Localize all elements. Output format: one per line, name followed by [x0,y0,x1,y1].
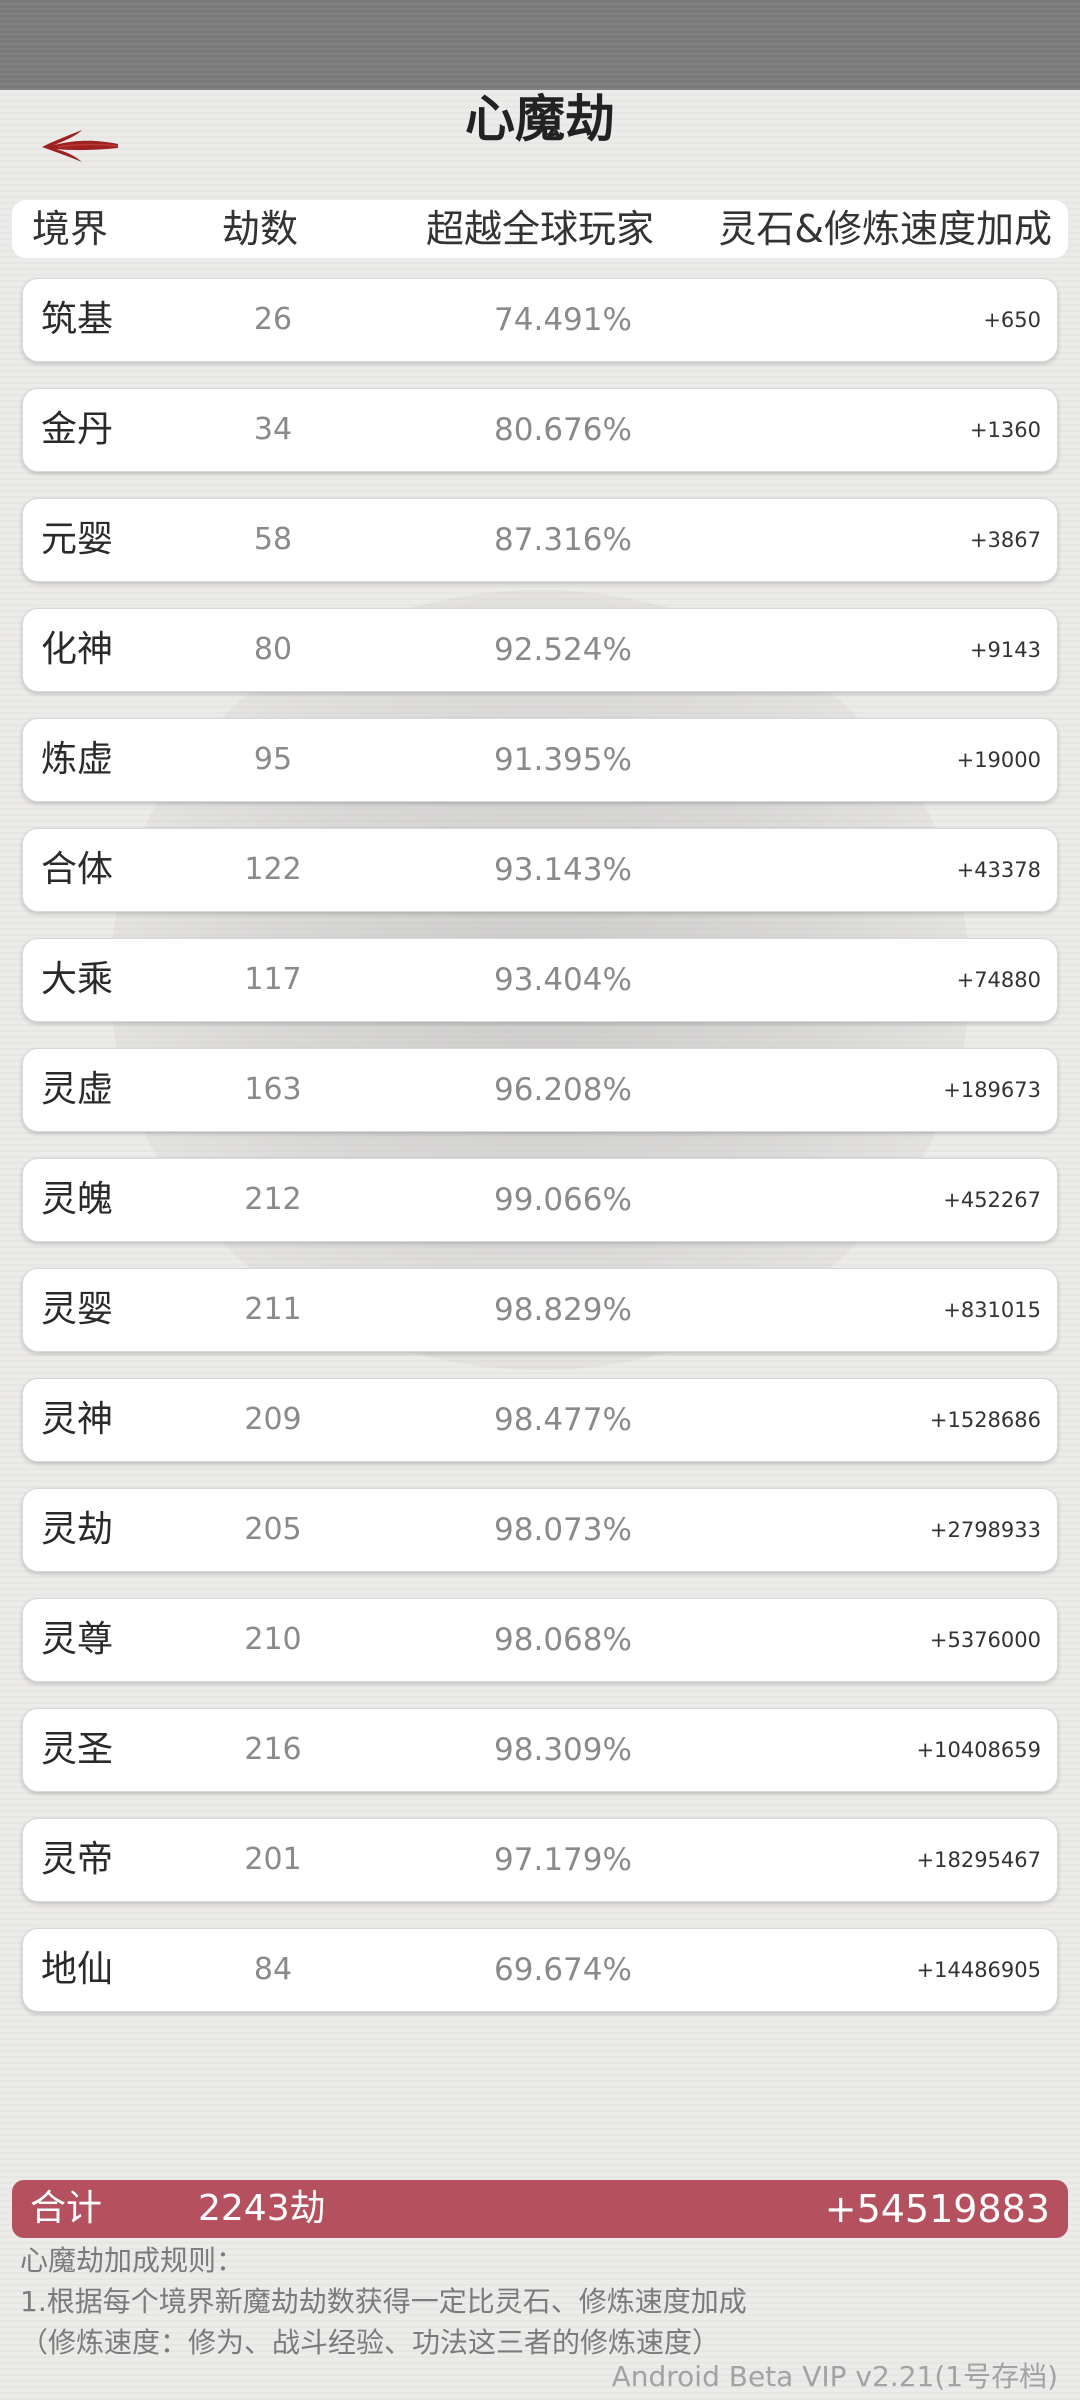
tribulation-count: 122 [244,852,302,887]
table-header: 境界 劫数 超越全球玩家 灵石&修炼速度加成 [12,200,1068,258]
bonus-value: +1528686 [929,1408,1041,1432]
table-row[interactable]: 筑基 26 74.491% +650 [22,278,1058,362]
realm-name: 地仙 [41,1949,114,1990]
realm-name: 元婴 [41,519,114,560]
realm-name: 灵魄 [41,1179,114,1220]
bonus-value: +74880 [956,968,1041,992]
beyond-percent: 98.068% [494,1622,632,1658]
beyond-percent: 91.395% [494,742,632,778]
version-label: Android Beta VIP v2.21(1号存档) [611,2360,1058,2393]
total-bonus: +54519883 [824,2187,1050,2231]
bonus-value: +10408659 [916,1738,1041,1762]
table-row[interactable]: 灵圣 216 98.309% +10408659 [22,1708,1058,1792]
table-row[interactable]: 金丹 34 80.676% +1360 [22,388,1058,472]
column-header-count: 劫数 [222,207,299,251]
table-row[interactable]: 灵婴 211 98.829% +831015 [22,1268,1058,1352]
bonus-value: +3867 [969,528,1041,552]
total-bar: 合计 2243劫 +54519883 [12,2180,1068,2238]
realm-name: 合体 [41,849,114,890]
bonus-value: +14486905 [916,1958,1041,1982]
status-bar [0,0,1080,90]
beyond-percent: 93.404% [494,962,632,998]
beyond-percent: 92.524% [494,632,632,668]
realm-name: 筑基 [41,299,114,340]
table-row[interactable]: 合体 122 93.143% +43378 [22,828,1058,912]
bonus-value: +452267 [943,1188,1041,1212]
beyond-percent: 98.477% [494,1402,632,1438]
realm-name: 灵圣 [41,1729,114,1770]
table-row[interactable]: 灵神 209 98.477% +1528686 [22,1378,1058,1462]
rules-line-1: 1.根据每个境界新魔劫劫数获得一定比灵石、修炼速度加成 [20,2285,747,2318]
realm-name: 灵帝 [41,1839,114,1880]
bonus-value: +2798933 [929,1518,1041,1542]
realm-name: 金丹 [41,409,114,450]
realm-name: 灵神 [41,1399,114,1440]
bonus-value: +831015 [943,1298,1041,1322]
table-row[interactable]: 元婴 58 87.316% +3867 [22,498,1058,582]
table-row[interactable]: 地仙 84 69.674% +14486905 [22,1928,1058,2012]
tribulation-count: 212 [244,1182,302,1217]
beyond-percent: 98.829% [494,1292,632,1328]
table-row[interactable]: 灵尊 210 98.068% +5376000 [22,1598,1058,1682]
realm-name: 炼虚 [41,739,114,780]
bonus-value: +18295467 [916,1848,1041,1872]
tribulation-count: 80 [253,632,293,667]
realm-name: 灵虚 [41,1069,114,1110]
table-row[interactable]: 大乘 117 93.404% +74880 [22,938,1058,1022]
table-row[interactable]: 灵魄 212 99.066% +452267 [22,1158,1058,1242]
bonus-value: +1360 [969,418,1041,442]
tribulation-count: 84 [253,1952,293,1987]
table-row[interactable]: 灵劫 205 98.073% +2798933 [22,1488,1058,1572]
tribulation-count: 216 [244,1732,302,1767]
realm-name: 灵尊 [41,1619,114,1660]
total-count: 2243劫 [198,2188,326,2229]
tribulation-count: 201 [244,1842,302,1877]
column-header-beyond: 超越全球玩家 [426,207,655,251]
beyond-percent: 69.674% [494,1952,632,1988]
tribulation-count: 95 [253,742,293,777]
table-row[interactable]: 灵帝 201 97.179% +18295467 [22,1818,1058,1902]
realm-name: 大乘 [41,959,114,1000]
tribulation-count: 211 [244,1292,302,1327]
table-row[interactable]: 灵虚 163 96.208% +189673 [22,1048,1058,1132]
bonus-rules: 心魔劫加成规则： 1.根据每个境界新魔劫劫数获得一定比灵石、修炼速度加成 （修炼… [20,2240,1070,2363]
beyond-percent: 99.066% [494,1182,632,1218]
realm-name: 灵劫 [41,1509,114,1550]
beyond-percent: 98.309% [494,1732,632,1768]
bonus-value: +43378 [956,858,1041,882]
total-label: 合计 [30,2188,103,2229]
bonus-value: +189673 [943,1078,1041,1102]
bonus-value: +19000 [956,748,1041,772]
tribulation-count: 117 [244,962,302,997]
realm-name: 灵婴 [41,1289,114,1330]
table-row[interactable]: 化神 80 92.524% +9143 [22,608,1058,692]
beyond-percent: 80.676% [494,412,632,448]
realm-name: 化神 [41,629,114,670]
page-title: 心魔劫 [465,90,615,148]
tribulation-count: 26 [253,302,293,337]
beyond-percent: 97.179% [494,1842,632,1878]
beyond-percent: 96.208% [494,1072,632,1108]
beyond-percent: 87.316% [494,522,632,558]
beyond-percent: 98.073% [494,1512,632,1548]
column-header-bonus: 灵石&修炼速度加成 [718,207,1052,251]
table-row[interactable]: 炼虚 95 91.395% +19000 [22,718,1058,802]
tribulation-count: 210 [244,1622,302,1657]
tribulation-count: 205 [244,1512,302,1547]
column-header-realm: 境界 [32,207,109,251]
tribulation-count: 58 [253,522,293,557]
bonus-value: +5376000 [929,1628,1041,1652]
beyond-percent: 74.491% [494,302,632,338]
bonus-value: +650 [983,308,1041,332]
bonus-value: +9143 [969,638,1041,662]
beyond-percent: 93.143% [494,852,632,888]
tribulation-count: 34 [253,412,293,447]
tribulation-count: 163 [244,1072,302,1107]
tribulation-count: 209 [244,1402,302,1437]
rules-heading: 心魔劫加成规则： [20,2244,245,2277]
